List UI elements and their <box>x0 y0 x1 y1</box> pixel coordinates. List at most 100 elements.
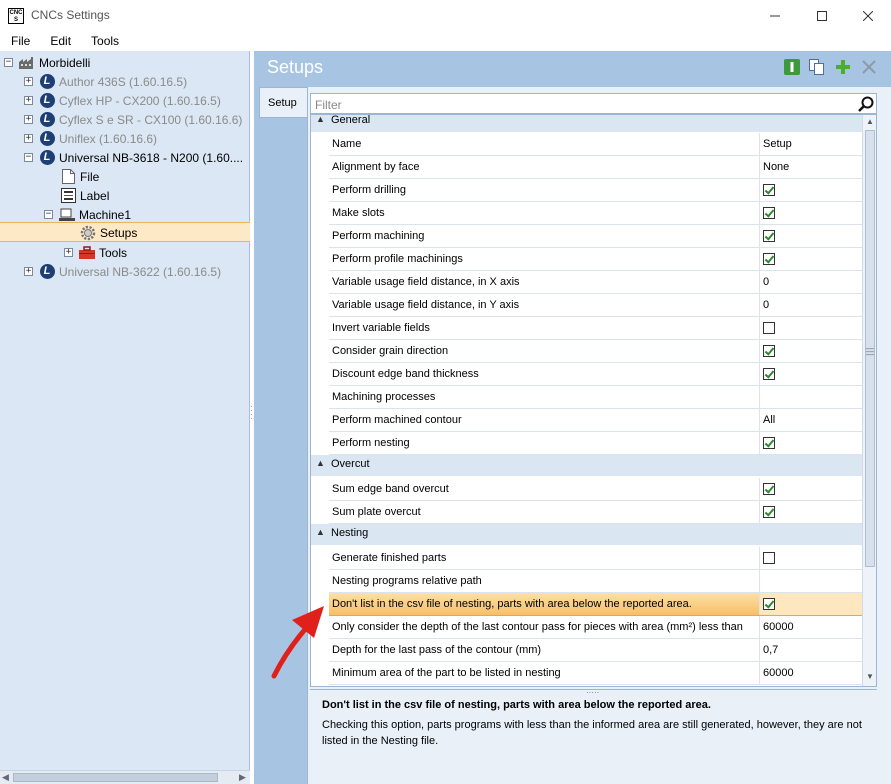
tree-item-file[interactable]: File <box>60 167 99 186</box>
expand-icon[interactable]: + <box>24 134 33 143</box>
tree-label: Machine1 <box>79 207 132 222</box>
collapse-icon[interactable]: − <box>24 153 33 162</box>
checkbox[interactable] <box>763 345 775 357</box>
checkbox[interactable] <box>763 506 775 518</box>
scrollbar-thumb[interactable] <box>13 773 218 782</box>
collapse-icon[interactable]: − <box>44 210 53 219</box>
expand-icon[interactable]: + <box>24 115 33 124</box>
property-value[interactable]: 0 <box>763 299 769 311</box>
expand-icon[interactable]: + <box>24 96 33 105</box>
collapse-section-icon[interactable]: ▲ <box>316 527 325 537</box>
menu-edit[interactable]: Edit <box>40 31 81 51</box>
property-row-selected[interactable]: Don't list in the csv file of nesting, p… <box>329 593 862 616</box>
cnc-machine-icon: L <box>39 264 55 280</box>
tree-item-cyflex-hp[interactable]: + L Cyflex HP - CX200 (1.60.16.5) <box>24 91 221 110</box>
property-name: Minimum area of the part to be listed in… <box>332 667 561 679</box>
tree-item-universal-3618[interactable]: − L Universal NB-3618 - N200 (1.60.... <box>24 148 243 167</box>
info-button[interactable] <box>783 58 801 76</box>
scroll-right-icon[interactable]: ▶ <box>239 772 246 783</box>
property-row[interactable]: Machining processes <box>329 386 862 409</box>
property-name: Generate finished parts <box>332 552 447 564</box>
property-row[interactable]: Perform nesting <box>329 432 862 455</box>
property-row[interactable]: Variable usage field distance, in Y axis… <box>329 294 862 317</box>
checkbox[interactable] <box>763 184 775 196</box>
property-row[interactable]: Nesting programs relative path <box>329 570 862 593</box>
property-value[interactable]: 60000 <box>763 667 794 679</box>
property-row[interactable]: Minimum area of the part to be listed in… <box>329 662 862 685</box>
section-overcut[interactable]: ▲ Overcut <box>311 455 862 477</box>
property-row[interactable]: Depth for the last pass of the contour (… <box>329 639 862 662</box>
property-row[interactable]: Perform machining <box>329 225 862 248</box>
delete-button[interactable] <box>860 58 878 76</box>
checkbox[interactable] <box>763 253 775 265</box>
minimize-button[interactable] <box>752 0 798 31</box>
property-value[interactable]: All <box>763 414 775 426</box>
property-row[interactable]: Consider grain direction <box>329 340 862 363</box>
title-bar: CNC S CNCs Settings <box>0 0 891 31</box>
tree-item-tools[interactable]: + Tools <box>64 243 127 262</box>
expand-icon[interactable]: + <box>24 77 33 86</box>
close-button[interactable] <box>845 0 891 31</box>
filter-input[interactable]: Filter <box>310 93 877 114</box>
scroll-down-icon[interactable]: ▼ <box>866 672 874 681</box>
menu-tools[interactable]: Tools <box>81 31 129 51</box>
property-value[interactable]: None <box>763 161 789 173</box>
property-row[interactable]: Generate finished parts <box>329 547 862 570</box>
tree-label: Cyflex HP - CX200 (1.60.16.5) <box>59 93 221 108</box>
property-name: Discount edge band thickness <box>332 368 479 380</box>
property-row[interactable]: Only consider the depth of the last cont… <box>329 616 862 639</box>
maximize-button[interactable] <box>799 0 845 31</box>
property-row[interactable]: Perform machined contour All <box>329 409 862 432</box>
tree-root[interactable]: − Morbidelli <box>4 53 90 72</box>
scroll-up-icon[interactable]: ▲ <box>866 117 874 126</box>
scroll-left-icon[interactable]: ◀ <box>2 772 9 783</box>
tree-item-universal-3622[interactable]: + L Universal NB-3622 (1.60.16.5) <box>24 262 221 281</box>
copy-button[interactable] <box>808 58 826 76</box>
tree-item-author[interactable]: + L Author 436S (1.60.16.5) <box>24 72 187 91</box>
section-general[interactable]: ▲ General <box>311 114 862 133</box>
checkbox[interactable] <box>763 437 775 449</box>
tree-horizontal-scrollbar[interactable]: ◀ ▶ <box>0 770 250 784</box>
checkbox[interactable] <box>763 368 775 380</box>
checkbox[interactable] <box>763 230 775 242</box>
property-value[interactable]: 60000 <box>763 621 794 633</box>
section-nesting[interactable]: ▲ Nesting <box>311 524 862 546</box>
property-row[interactable]: Make slots <box>329 202 862 225</box>
property-row[interactable]: Perform profile machinings <box>329 248 862 271</box>
expand-icon[interactable]: + <box>64 248 73 257</box>
property-row[interactable]: Alignment by face None <box>329 156 862 179</box>
red-arrow-annotation <box>271 606 324 679</box>
tree-item-cyflex-s[interactable]: + L Cyflex S e SR - CX100 (1.60.16.6) <box>24 110 242 129</box>
property-row[interactable]: Invert variable fields <box>329 317 862 340</box>
menu-file[interactable]: File <box>0 31 40 51</box>
tree-item-setups[interactable]: Setups <box>80 223 137 242</box>
property-name: Invert variable fields <box>332 322 430 334</box>
resize-grip-icon[interactable]: ····· <box>586 688 599 697</box>
checkbox[interactable] <box>763 552 775 564</box>
tree-item-uniflex[interactable]: + L Uniflex (1.60.16.6) <box>24 129 157 148</box>
collapse-section-icon[interactable]: ▲ <box>316 115 325 124</box>
checkbox[interactable] <box>763 207 775 219</box>
tree-item-machine1[interactable]: − Machine1 <box>44 205 131 224</box>
tree-item-label[interactable]: Label <box>60 186 109 205</box>
tree-label: Setups <box>100 225 138 240</box>
property-row[interactable]: Perform drilling <box>329 179 862 202</box>
expand-icon[interactable]: + <box>24 267 33 276</box>
property-row[interactable]: Variable usage field distance, in X axis… <box>329 271 862 294</box>
grid-vertical-scrollbar[interactable]: ▲ — — — ▼ <box>862 115 876 686</box>
search-icon[interactable] <box>858 96 874 112</box>
section-label: General <box>331 114 371 126</box>
checkbox[interactable] <box>763 322 775 334</box>
property-row[interactable]: Discount edge band thickness <box>329 363 862 386</box>
property-row[interactable]: Sum edge band overcut <box>329 478 862 501</box>
property-row[interactable]: Sum plate overcut <box>329 501 862 524</box>
checkbox[interactable] <box>763 598 775 610</box>
property-value[interactable]: 0,7 <box>763 644 778 656</box>
tab-setup[interactable]: Setup <box>259 87 307 118</box>
property-value[interactable]: 0 <box>763 276 769 288</box>
collapse-section-icon[interactable]: ▲ <box>316 458 325 468</box>
add-button[interactable] <box>834 58 852 76</box>
checkbox[interactable] <box>763 483 775 495</box>
tree-label: Label <box>80 188 110 203</box>
collapse-icon[interactable]: − <box>4 58 13 67</box>
